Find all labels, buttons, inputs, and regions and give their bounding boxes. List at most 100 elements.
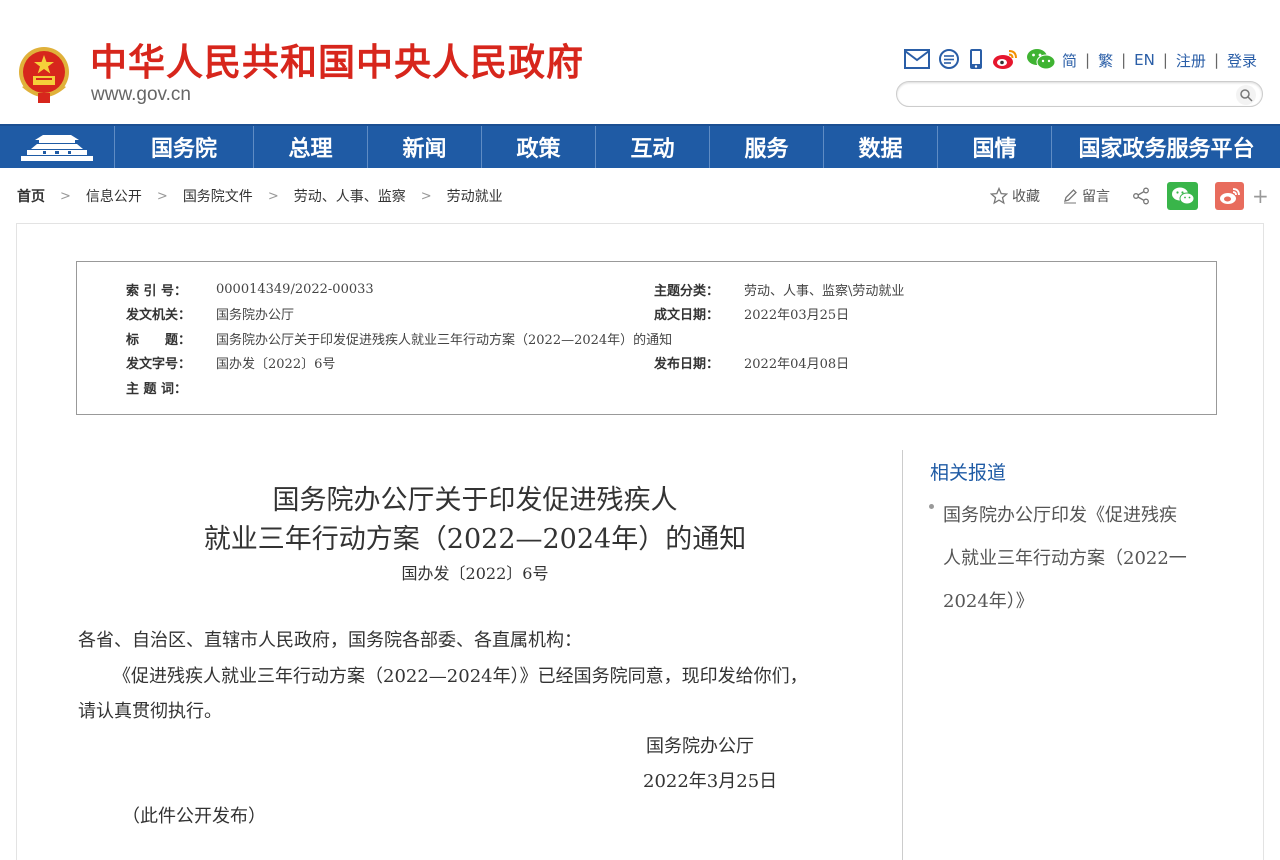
info-row-doc-number: 发文字号： 国办发〔2022〕6号 — [126, 352, 335, 372]
document-info-box: 索 引 号： 000014349/2022-00033 主题分类： 劳动、人事、… — [76, 261, 1217, 415]
site-title[interactable]: 中华人民共和国中央人民政府 — [90, 40, 584, 84]
favorite-button[interactable]: 收藏 — [990, 186, 1040, 206]
comment-button[interactable]: 留言 — [1062, 186, 1110, 206]
topic-value: 劳动、人事、监察\劳动就业 — [744, 283, 905, 299]
english-link[interactable]: EN — [1134, 51, 1155, 69]
mobile-icon[interactable] — [968, 48, 984, 70]
traditional-chinese-link[interactable]: 繁 — [1098, 50, 1113, 71]
sidebar-divider — [902, 450, 903, 860]
article-title-line-1: 国务院办公厅关于印发促进残疾人 — [272, 485, 678, 516]
nav-item-news[interactable]: 新闻 — [367, 126, 481, 168]
weibo-icon[interactable] — [992, 48, 1018, 70]
favorite-label: 收藏 — [1012, 189, 1040, 205]
wechat-icon[interactable] — [1026, 48, 1056, 70]
nav-items: 国务院 总理 新闻 政策 互动 服务 数据 国情 国家政务服务平台 — [114, 126, 1280, 168]
share-button[interactable] — [1132, 187, 1150, 205]
related-report-link-line-1: 国务院办公厅印发《促进残疾 — [943, 505, 1177, 526]
related-reports-title: 相关报道 — [930, 462, 1007, 484]
simplified-chinese-link[interactable]: 简 — [1062, 50, 1077, 71]
more-share-icon[interactable]: + — [1252, 184, 1269, 208]
nav-item-data[interactable]: 数据 — [823, 126, 937, 168]
issuer-value: 国务院办公厅 — [216, 307, 295, 323]
share-icon — [1133, 187, 1149, 205]
chevron-right-icon: > — [156, 188, 168, 204]
mail-icon[interactable] — [904, 49, 930, 69]
written-date-value: 2022年03月25日 — [744, 307, 850, 323]
link-separator: | — [1162, 51, 1168, 69]
search-box — [896, 81, 1263, 107]
info-row-issuer: 发文机关： 国务院办公厅 — [126, 303, 294, 323]
nav-item-services[interactable]: 服务 — [709, 126, 823, 168]
keywords-label: 主 题 词： — [126, 381, 188, 397]
index-label: 索 引 号： — [126, 283, 188, 299]
search-button[interactable] — [1236, 85, 1256, 105]
link-separator: | — [1121, 51, 1127, 69]
weibo-icon — [1219, 188, 1240, 204]
info-row-written-date: 成文日期： 2022年03月25日 — [654, 303, 849, 323]
article-signer: 国务院办公厅 — [646, 736, 754, 757]
breadcrumb-labor-employment[interactable]: 劳动就业 — [447, 186, 503, 206]
article-body-line-1: 《促进残疾人就业三年行动方案（2022—2024年）》已经国务院同意，现印发给你… — [113, 666, 808, 687]
breadcrumb-labor-personnel-supervision[interactable]: 劳动、人事、监察 — [294, 186, 406, 206]
breadcrumb-state-council-documents[interactable]: 国务院文件 — [183, 186, 253, 206]
topic-label: 主题分类： — [654, 283, 720, 299]
article-title: 国务院办公厅关于印发促进残疾人 就业三年行动方案（2022—2024年）的通知 — [90, 481, 860, 559]
share-weibo-button[interactable] — [1215, 182, 1244, 210]
article-title-line-2: 就业三年行动方案（2022—2024年）的通知 — [203, 524, 747, 555]
site-header: 中华人民共和国中央人民政府 www.gov.cn 简 | 繁 | EN | 注册… — [0, 0, 1280, 124]
article-doc-number: 国办发〔2022〕6号 — [401, 564, 549, 583]
nav-item-premier[interactable]: 总理 — [253, 126, 367, 168]
search-input[interactable] — [909, 85, 1229, 103]
main-nav: 国务院 总理 新闻 政策 互动 服务 数据 国情 国家政务服务平台 — [0, 124, 1280, 168]
chevron-right-icon: > — [420, 188, 432, 204]
list-bullet-icon — [929, 504, 934, 509]
info-row-topic: 主题分类： 劳动、人事、监察\劳动就业 — [654, 279, 904, 299]
title-label: 标 题： — [126, 332, 192, 348]
published-date-label: 发布日期： — [654, 356, 720, 372]
star-icon — [990, 187, 1008, 205]
share-wechat-button[interactable] — [1167, 182, 1198, 210]
nav-item-interaction[interactable]: 互动 — [595, 126, 709, 168]
pencil-icon — [1064, 189, 1077, 204]
nav-item-national-info[interactable]: 国情 — [937, 126, 1051, 168]
wechat-icon — [1171, 187, 1194, 205]
article-date: 2022年3月25日 — [643, 771, 778, 792]
doc-number-label: 发文字号： — [126, 356, 192, 372]
chevron-right-icon: > — [60, 188, 71, 204]
site-url: www.gov.cn — [91, 84, 191, 105]
chevron-right-icon: > — [267, 188, 279, 204]
published-date-value: 2022年04月08日 — [744, 356, 850, 372]
link-separator: | — [1213, 51, 1219, 69]
article-note: （此件公开发布） — [122, 806, 266, 827]
article-body-line-2: 请认真贯彻执行。 — [78, 701, 222, 722]
title-value: 国务院办公厅关于印发促进残疾人就业三年行动方案（2022—2024年）的通知 — [216, 332, 673, 348]
article-salutation: 各省、自治区、直辖市人民政府，国务院各部委、各直属机构： — [78, 630, 582, 651]
share-toolbar: 收藏 留言 + — [990, 182, 1269, 210]
breadcrumb-info-disclosure[interactable]: 信息公开 — [86, 186, 142, 206]
message-icon[interactable] — [938, 48, 960, 70]
info-row-title: 标 题： 国务院办公厅关于印发促进残疾人就业三年行动方案（2022—2024年）… — [126, 328, 672, 348]
nav-item-state-council[interactable]: 国务院 — [114, 126, 253, 168]
search-icon — [1240, 89, 1253, 102]
register-link[interactable]: 注册 — [1176, 50, 1206, 71]
related-report-link-line-2: 人就业三年行动方案（2022一 — [943, 548, 1187, 569]
top-links: 简 | 繁 | EN | 注册 | 登录 — [1062, 49, 1257, 71]
tiananmen-logo-icon[interactable] — [0, 126, 114, 168]
breadcrumb: 首页 > 信息公开 > 国务院文件 > 劳动、人事、监察 > 劳动就业 — [17, 185, 503, 207]
link-separator: | — [1085, 51, 1091, 69]
info-row-index: 索 引 号： 000014349/2022-00033 — [126, 279, 374, 299]
comment-label: 留言 — [1082, 189, 1110, 205]
national-emblem-logo[interactable] — [16, 45, 72, 105]
index-value: 000014349/2022-00033 — [216, 281, 374, 297]
related-report-link-line-3: 2024年）》 — [943, 591, 1034, 612]
doc-number-value: 国办发〔2022〕6号 — [216, 356, 336, 372]
info-row-published-date: 发布日期： 2022年04月08日 — [654, 352, 849, 372]
breadcrumb-home[interactable]: 首页 — [17, 186, 45, 206]
top-icon-bar — [904, 47, 1064, 71]
nav-item-government-service-platform[interactable]: 国家政务服务平台 — [1051, 126, 1280, 168]
written-date-label: 成文日期： — [654, 307, 720, 323]
login-link[interactable]: 登录 — [1227, 50, 1257, 71]
issuer-label: 发文机关： — [126, 307, 192, 323]
related-report-link[interactable]: 国务院办公厅印发《促进残疾 人就业三年行动方案（2022一 2024年）》 — [943, 494, 1205, 623]
nav-item-policies[interactable]: 政策 — [481, 126, 595, 168]
